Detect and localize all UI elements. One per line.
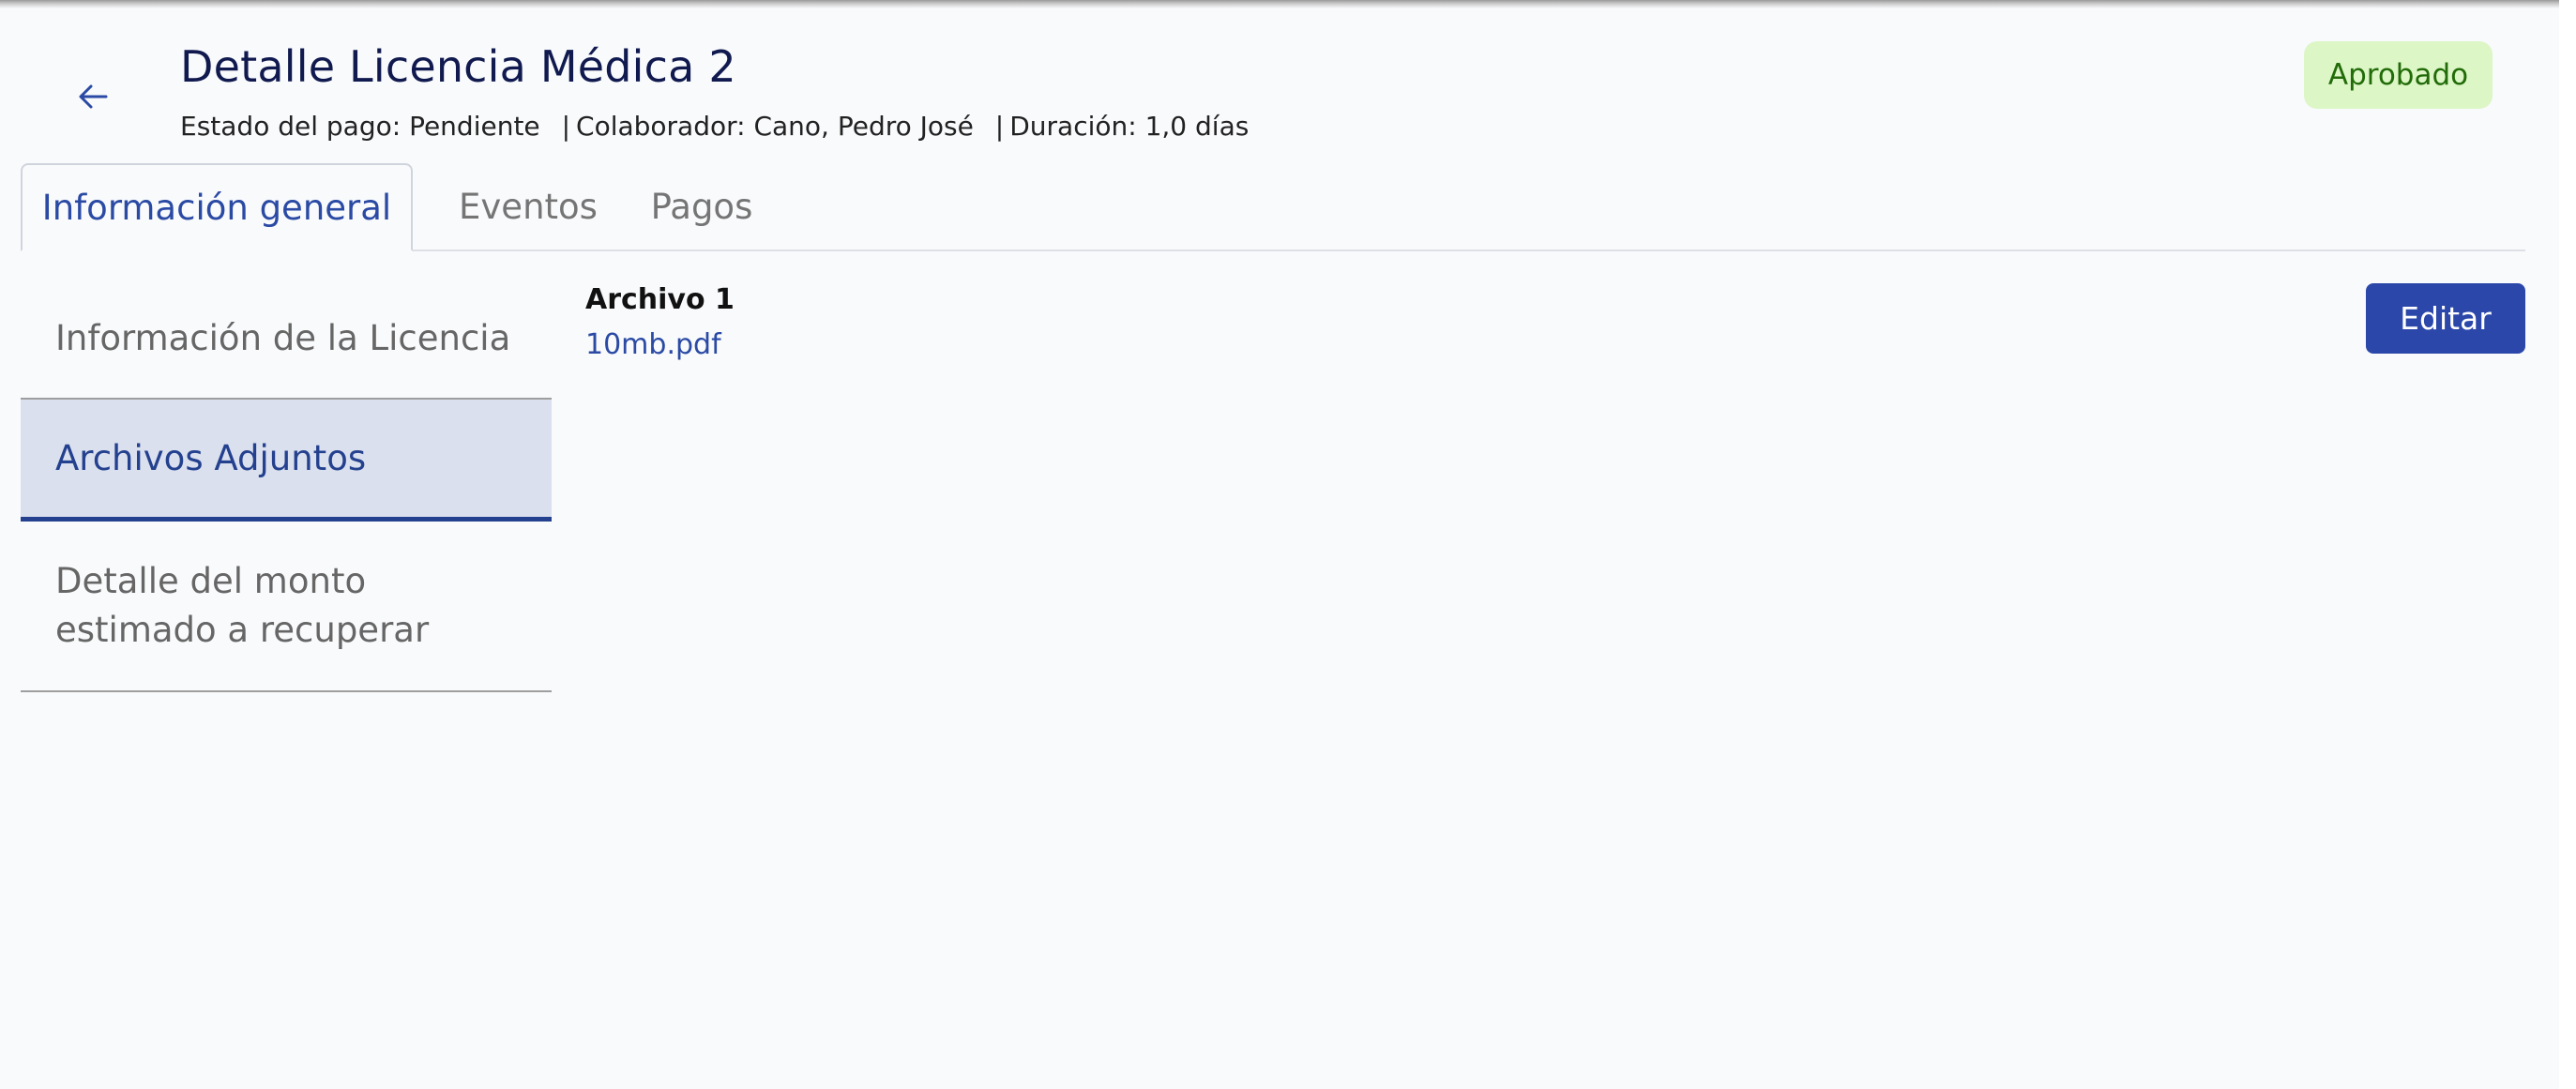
tab-events[interactable]: Eventos xyxy=(439,163,617,250)
separator: | xyxy=(994,111,1005,142)
arrow-left-icon xyxy=(78,83,108,110)
sidenav-item-label: Archivos Adjuntos xyxy=(55,437,367,478)
attachment-file-link[interactable]: 10mb.pdf xyxy=(585,328,721,361)
attachment-title: Archivo 1 xyxy=(585,283,735,316)
status-badge: Aprobado xyxy=(2304,41,2493,109)
edit-button[interactable]: Editar xyxy=(2366,283,2525,354)
sidenav-item-license-info[interactable]: Información de la Licencia xyxy=(21,280,552,400)
duration-text: Duración: 1,0 días xyxy=(1009,111,1250,142)
license-summary: Estado del pago: Pendiente | Colaborador:… xyxy=(180,111,1249,142)
sidenav-item-attachments[interactable]: Archivos Adjuntos xyxy=(21,400,552,522)
tab-bar: Información general Eventos Pagos xyxy=(21,163,2525,251)
tab-general-info[interactable]: Información general xyxy=(21,163,413,251)
sidenav-item-label: Detalle del monto estimado a recuperar xyxy=(55,561,430,650)
sidenav-item-label: Información de la Licencia xyxy=(55,318,511,358)
right-edge-strip xyxy=(2559,0,2576,1089)
collaborator-text: Colaborador: Cano, Pedro José xyxy=(576,111,974,142)
back-button[interactable] xyxy=(71,75,114,118)
page-title: Detalle Licencia Médica 2 xyxy=(180,41,736,92)
separator: | xyxy=(561,111,571,142)
window-top-shadow xyxy=(0,0,2576,8)
tab-payments[interactable]: Pagos xyxy=(627,163,777,250)
payment-status-text: Estado del pago: Pendiente xyxy=(180,111,540,142)
sidenav-item-recovery-amount[interactable]: Detalle del monto estimado a recuperar xyxy=(21,522,552,692)
